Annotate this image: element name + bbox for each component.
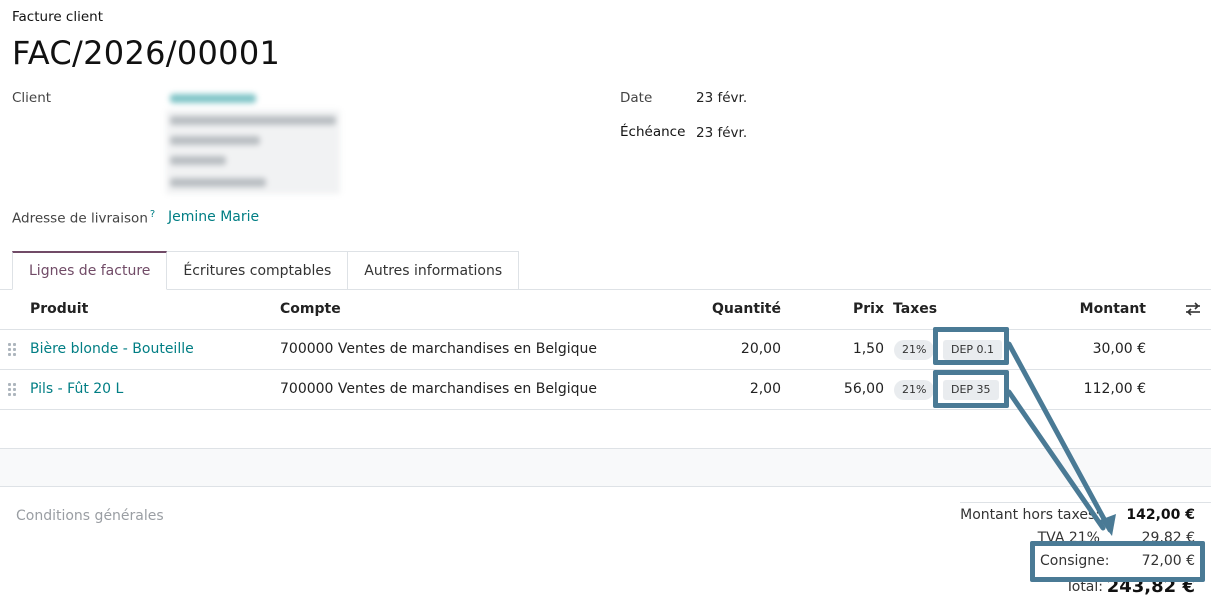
column-header-quantity[interactable]: Quantité	[700, 301, 781, 317]
column-header-price[interactable]: Prix	[820, 301, 884, 317]
untaxed-amount-label: Montant hors taxes:	[960, 507, 1100, 523]
untaxed-amount-value: 142,00 €	[1126, 507, 1195, 523]
column-header-product[interactable]: Produit	[30, 301, 88, 317]
help-tooltip-icon[interactable]: ?	[150, 209, 155, 220]
invoice-number-title: FAC/2026/00001	[12, 34, 281, 72]
amount-cell: 30,00 €	[1092, 341, 1146, 357]
tax-badge[interactable]: 21%	[894, 380, 935, 400]
column-header-taxes[interactable]: Taxes	[893, 301, 937, 317]
amount-cell: 112,00 €	[1083, 381, 1146, 397]
optional-columns-icon[interactable]	[1184, 300, 1202, 318]
highlight-box-deposit-1	[933, 327, 1009, 365]
column-header-amount[interactable]: Montant	[1040, 301, 1146, 317]
due-date-label: Échéance	[620, 124, 686, 140]
highlight-box-deposit-2	[933, 370, 1009, 408]
quantity-cell[interactable]: 2,00	[700, 381, 781, 397]
account-cell[interactable]: 700000 Ventes de marchandises en Belgiqu…	[280, 341, 597, 357]
add-line-row[interactable]	[0, 411, 1211, 449]
table-row[interactable]: Pils - Fût 20 L 700000 Ventes de marchan…	[0, 370, 1211, 410]
document-type-label: Facture client	[12, 9, 103, 25]
account-cell[interactable]: 700000 Ventes de marchandises en Belgiqu…	[280, 381, 597, 397]
tax-badge[interactable]: 21%	[894, 340, 935, 360]
due-date-field[interactable]: 23 févr.	[696, 125, 747, 141]
delivery-address-label: Adresse de livraison?	[12, 209, 155, 227]
price-cell[interactable]: 1,50	[820, 341, 884, 357]
date-field[interactable]: 23 févr.	[696, 90, 747, 106]
client-label: Client	[12, 90, 52, 106]
notebook-tabs: Lignes de facture Écritures comptables A…	[12, 251, 520, 290]
client-address-blurred[interactable]	[166, 88, 340, 194]
tab-invoice-lines[interactable]: Lignes de facture	[12, 251, 168, 290]
date-label: Date	[620, 90, 653, 106]
totals-divider	[960, 502, 1211, 503]
delivery-address-label-text: Adresse de livraison	[12, 210, 148, 227]
highlight-box-deposit-total	[1030, 541, 1205, 582]
delivery-address-link[interactable]: Jemine Marie	[168, 209, 259, 225]
empty-row	[0, 449, 1211, 487]
quantity-cell[interactable]: 20,00	[700, 341, 781, 357]
tab-other-info[interactable]: Autres informations	[348, 251, 520, 290]
terms-conditions-field[interactable]: Conditions générales	[16, 508, 164, 524]
tab-journal-items[interactable]: Écritures comptables	[167, 251, 349, 290]
column-header-account[interactable]: Compte	[280, 301, 341, 317]
table-row[interactable]: Bière blonde - Bouteille 700000 Ventes d…	[0, 330, 1211, 370]
table-header: Produit Compte Quantité Prix Taxes Monta…	[0, 290, 1211, 330]
product-cell[interactable]: Bière blonde - Bouteille	[30, 341, 194, 357]
product-cell[interactable]: Pils - Fût 20 L	[30, 381, 123, 397]
client-name-blurred[interactable]	[170, 94, 256, 103]
price-cell[interactable]: 56,00	[820, 381, 884, 397]
drag-handle-icon[interactable]	[8, 383, 17, 397]
drag-handle-icon[interactable]	[8, 343, 17, 357]
